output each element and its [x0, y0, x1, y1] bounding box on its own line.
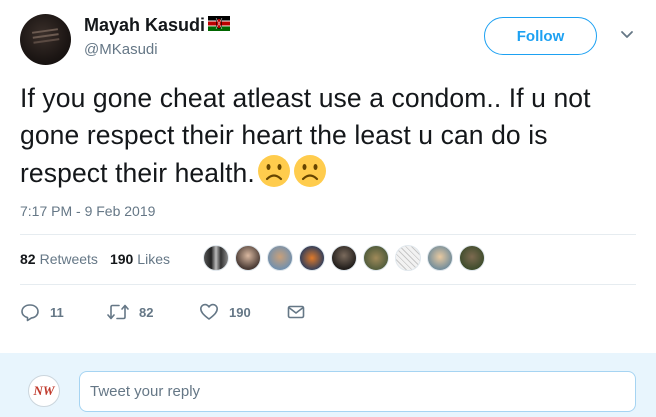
- reply-button[interactable]: 11: [20, 302, 107, 322]
- heart-icon: [200, 303, 218, 320]
- author-handle[interactable]: @MKasudi: [84, 41, 158, 58]
- retweet-button[interactable]: 82: [107, 302, 199, 322]
- liker-avatar[interactable]: [427, 245, 453, 271]
- retweet-icon: [107, 304, 129, 320]
- direct-message-button[interactable]: [287, 304, 315, 320]
- liker-avatar[interactable]: [363, 245, 389, 271]
- liker-avatar[interactable]: [299, 245, 325, 271]
- liker-avatar[interactable]: [459, 245, 485, 271]
- author-avatar[interactable]: [20, 14, 71, 65]
- reply-icon: [21, 304, 39, 322]
- likes-count: 190: [109, 251, 134, 267]
- current-user-avatar[interactable]: NW: [28, 375, 60, 407]
- current-user-avatar-logo: NW: [33, 383, 55, 398]
- chevron-down-icon[interactable]: [620, 30, 634, 40]
- retweets-stat[interactable]: 82 Retweets: [20, 251, 98, 267]
- divider: [20, 284, 636, 285]
- liker-avatar[interactable]: [267, 245, 293, 271]
- frowning-face-icon: [293, 155, 326, 187]
- author-display-name[interactable]: Mayah Kasudi: [84, 15, 205, 36]
- author-name-row: Mayah Kasudi: [84, 15, 231, 36]
- liker-avatar[interactable]: [235, 245, 261, 271]
- frowning-face-icon: [257, 155, 290, 187]
- tweet-timestamp[interactable]: 7:17 PM - 9 Feb 2019: [20, 203, 155, 219]
- tweet-text: If you gone cheat atleast use a condom..…: [20, 80, 630, 192]
- like-button[interactable]: 190: [199, 302, 287, 322]
- likes-label: Likes: [137, 251, 170, 267]
- tweet-stats: 82 Retweets 190 Likes: [20, 251, 182, 267]
- follow-button[interactable]: Follow: [484, 17, 597, 55]
- like-count: 190: [229, 304, 251, 320]
- liker-avatar[interactable]: [203, 245, 229, 271]
- retweets-count: 82: [20, 251, 36, 267]
- reply-count: 11: [50, 304, 64, 320]
- retweets-label: Retweets: [39, 251, 98, 267]
- liker-avatar[interactable]: [331, 245, 357, 271]
- kenya-flag-icon: [208, 16, 231, 31]
- action-bar: 11 82 190: [20, 302, 315, 322]
- divider: [20, 234, 636, 235]
- reply-placeholder: Tweet your reply: [90, 383, 201, 400]
- liker-avatar[interactable]: [395, 245, 421, 271]
- liker-avatars: [203, 245, 491, 271]
- avatar-scribble: [31, 28, 59, 34]
- likes-stat[interactable]: 190 Likes: [110, 251, 170, 267]
- reply-input[interactable]: Tweet your reply: [79, 371, 636, 412]
- envelope-icon: [287, 305, 305, 319]
- retweet-count: 82: [139, 304, 154, 320]
